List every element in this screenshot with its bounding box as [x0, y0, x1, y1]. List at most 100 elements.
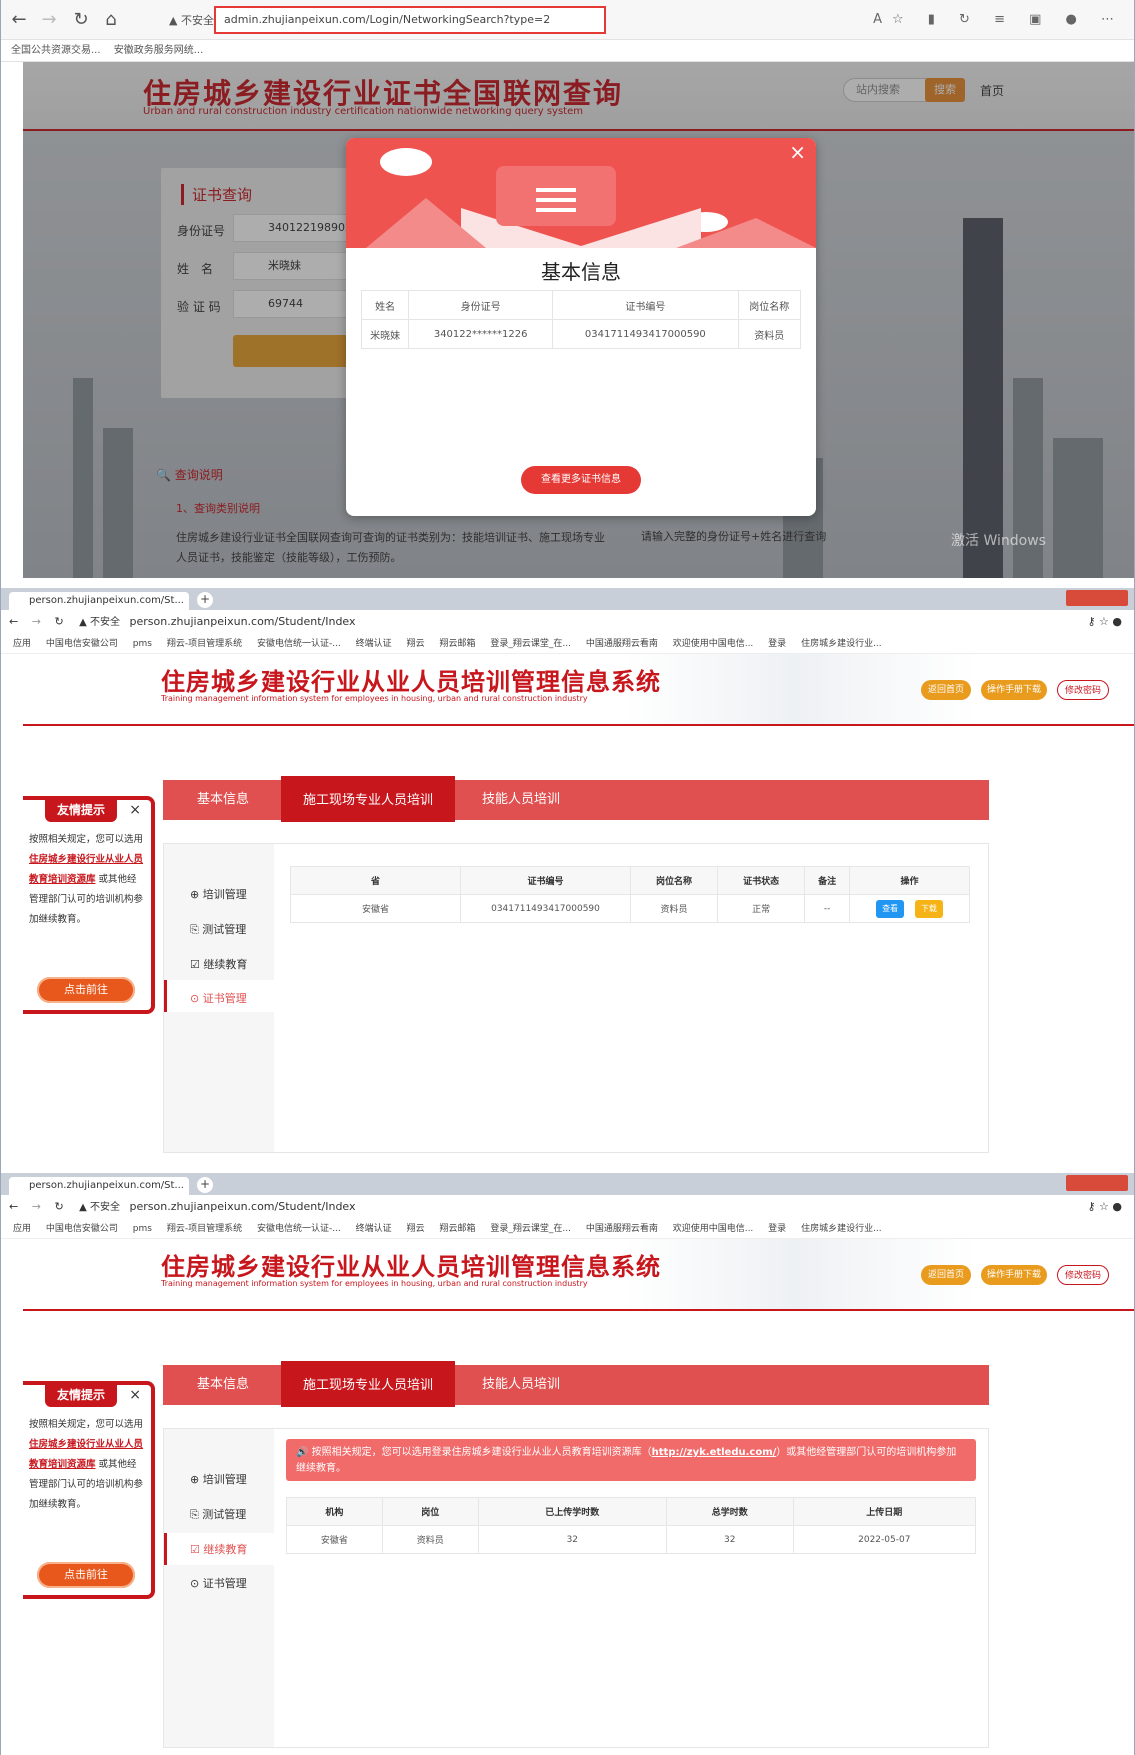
- bookmark-item[interactable]: 欢迎使用中国电信...: [673, 639, 754, 649]
- table-header: 省: [290, 866, 461, 895]
- bookmark-item[interactable]: 住房城乡建设行业...: [801, 639, 882, 649]
- security-warning[interactable]: ▲ 不安全: [169, 12, 214, 28]
- nav-skill-training[interactable]: 技能人员培训: [455, 1365, 587, 1405]
- bookmark-item[interactable]: 中国通服翔云看南: [586, 1224, 658, 1234]
- nav-basic-info[interactable]: 基本信息: [163, 1365, 283, 1405]
- side-training-management[interactable]: ⊕ 培训管理: [190, 886, 247, 902]
- new-tab-icon[interactable]: +: [197, 1177, 213, 1193]
- bookmark-item[interactable]: 翔云: [407, 1224, 425, 1234]
- back-icon[interactable]: ←: [9, 10, 29, 30]
- bookmark-item[interactable]: 翔云: [407, 639, 425, 649]
- browser-tab[interactable]: person.zhujianpeixun.com/St...: [9, 1177, 189, 1195]
- close-icon[interactable]: ×: [129, 802, 141, 818]
- browser-tabbar: person.zhujianpeixun.com/St... +: [1, 588, 1134, 610]
- bookmark-item[interactable]: 登录_翔云课堂_在...: [490, 1224, 571, 1234]
- bookmark-item[interactable]: 中国通服翔云看南: [586, 639, 658, 649]
- bookmark-item[interactable]: 住房城乡建设行业...: [801, 1224, 882, 1234]
- address-bar[interactable]: admin.zhujianpeixun.com/Login/Networking…: [214, 6, 606, 34]
- browser-tab[interactable]: person.zhujianpeixun.com/St...: [9, 592, 189, 610]
- close-icon[interactable]: ×: [789, 140, 806, 164]
- table-header: 备注: [804, 866, 850, 895]
- security-warning[interactable]: ▲ 不安全: [79, 617, 120, 628]
- browser-toolbar-icons[interactable]: A☆ ▮ ↻ ≡ ▣ ● ⋯: [873, 12, 1124, 27]
- bookmark-item[interactable]: 安徽电信统一认证-...: [257, 639, 341, 649]
- nav-site-staff-training[interactable]: 施工现场专业人员培训: [281, 1361, 455, 1407]
- side-test-management[interactable]: ⎘ 测试管理: [190, 921, 246, 937]
- bookmark-item[interactable]: 安徽政务服务网统...: [114, 45, 204, 56]
- nav-basic-info[interactable]: 基本信息: [163, 780, 283, 820]
- bookmark-item[interactable]: 安徽电信统一认证-...: [257, 1224, 341, 1234]
- certificate-table: 省 证书编号 岗位名称 证书状态 备注 操作 安徽省 0341711493417…: [290, 866, 970, 923]
- side-item-label: 培训管理: [202, 888, 247, 901]
- back-icon[interactable]: ←: [9, 615, 18, 628]
- bookmark-item[interactable]: 翔云-项目管理系统: [167, 639, 242, 649]
- view-button[interactable]: 查看: [876, 899, 905, 918]
- nav-skill-training[interactable]: 技能人员培训: [455, 780, 587, 820]
- resource-url-link[interactable]: http://zyk.etledu.com/: [652, 1447, 777, 1458]
- bookmark-item[interactable]: 终端认证: [356, 1224, 392, 1234]
- bookmark-item[interactable]: 翔云邮箱: [439, 639, 475, 649]
- window-controls[interactable]: [1066, 590, 1128, 606]
- table-header: 姓名: [360, 290, 410, 320]
- security-warning[interactable]: ▲ 不安全: [79, 1202, 120, 1213]
- side-certificate-management[interactable]: ⊙ 证书管理: [190, 990, 247, 1006]
- more-certificates-button[interactable]: 查看更多证书信息: [521, 466, 641, 494]
- side-certificate-management[interactable]: ⊙ 证书管理: [190, 1575, 247, 1591]
- main-nav: 基本信息 施工现场专业人员培训 技能人员培训: [163, 1361, 989, 1407]
- reload-icon[interactable]: ↻: [71, 10, 91, 30]
- reload-icon[interactable]: ↻: [54, 615, 63, 628]
- forward-icon[interactable]: →: [39, 10, 59, 30]
- window-controls[interactable]: [1066, 1175, 1128, 1191]
- bookmark-item[interactable]: pms: [133, 1224, 152, 1234]
- change-password-button[interactable]: 修改密码: [1057, 680, 1109, 700]
- reload-icon[interactable]: ↻: [54, 1200, 63, 1213]
- bookmark-item[interactable]: 终端认证: [356, 639, 392, 649]
- friendly-tip-popup: 友情提示 × 按照相关规定，您可以选用 住房城乡建设行业从业人员教育培训资源库 …: [23, 796, 155, 1014]
- manual-download-button[interactable]: 操作手册下载: [981, 1265, 1047, 1285]
- manual-download-button[interactable]: 操作手册下载: [981, 680, 1047, 700]
- bookmark-item[interactable]: 翔云-项目管理系统: [167, 1224, 242, 1234]
- modal-banner: ×: [346, 138, 816, 248]
- table-header: 岗位名称: [737, 290, 802, 320]
- system-subtitle: Training management information system f…: [161, 1279, 588, 1288]
- side-continuing-education[interactable]: ☑ 继续教育: [190, 1541, 247, 1557]
- browser-toolbar-icons[interactable]: ⚷ ☆ ●: [1087, 610, 1122, 634]
- address-bar[interactable]: person.zhujianpeixun.com/Student/Index: [130, 1200, 356, 1213]
- bookmark-item[interactable]: 应用: [13, 639, 31, 649]
- side-continuing-education[interactable]: ☑ 继续教育: [190, 956, 247, 972]
- bookmark-item[interactable]: 中国电信安徽公司: [46, 639, 118, 649]
- side-training-management[interactable]: ⊕ 培训管理: [190, 1471, 247, 1487]
- table-header: 上传日期: [792, 1497, 977, 1526]
- bookmark-item[interactable]: 中国电信安徽公司: [46, 1224, 118, 1234]
- go-button[interactable]: 点击前往: [37, 1562, 135, 1588]
- forward-icon[interactable]: →: [32, 1200, 41, 1213]
- system-subtitle: Training management information system f…: [161, 694, 588, 703]
- bookmark-item[interactable]: 欢迎使用中国电信...: [673, 1224, 754, 1234]
- return-home-button[interactable]: 返回首页: [921, 680, 971, 700]
- new-tab-icon[interactable]: +: [197, 592, 213, 608]
- download-button[interactable]: 下载: [914, 899, 943, 918]
- table-cell: 340122******1226: [408, 319, 554, 349]
- change-password-button[interactable]: 修改密码: [1057, 1265, 1109, 1285]
- back-icon[interactable]: ←: [9, 1200, 18, 1213]
- bookmark-item[interactable]: 登录_翔云课堂_在...: [490, 639, 571, 649]
- bookmark-item[interactable]: 全国公共资源交易...: [11, 45, 101, 56]
- continuing-education-notice: 🔊 按照相关规定，您可以选用登录住房城乡建设行业从业人员教育培训资源库（http…: [286, 1439, 976, 1481]
- browser-toolbar-icons[interactable]: ⚷ ☆ ●: [1087, 1195, 1122, 1219]
- close-icon[interactable]: ×: [129, 1387, 141, 1403]
- return-home-button[interactable]: 返回首页: [921, 1265, 971, 1285]
- go-button[interactable]: 点击前往: [37, 977, 135, 1003]
- side-item-label: 培训管理: [202, 1473, 247, 1486]
- table-cell: 0341711493417000590: [460, 894, 631, 923]
- bookmark-item[interactable]: 应用: [13, 1224, 31, 1234]
- forward-icon[interactable]: →: [32, 615, 41, 628]
- bookmark-item[interactable]: 登录: [768, 1224, 786, 1234]
- table-header: 岗位名称: [629, 866, 719, 895]
- bookmark-item[interactable]: pms: [133, 639, 152, 649]
- side-test-management[interactable]: ⎘ 测试管理: [190, 1506, 246, 1522]
- home-icon[interactable]: ⌂: [101, 10, 121, 30]
- address-bar[interactable]: person.zhujianpeixun.com/Student/Index: [130, 615, 356, 628]
- bookmark-item[interactable]: 登录: [768, 639, 786, 649]
- bookmark-item[interactable]: 翔云邮箱: [439, 1224, 475, 1234]
- nav-site-staff-training[interactable]: 施工现场专业人员培训: [281, 776, 455, 822]
